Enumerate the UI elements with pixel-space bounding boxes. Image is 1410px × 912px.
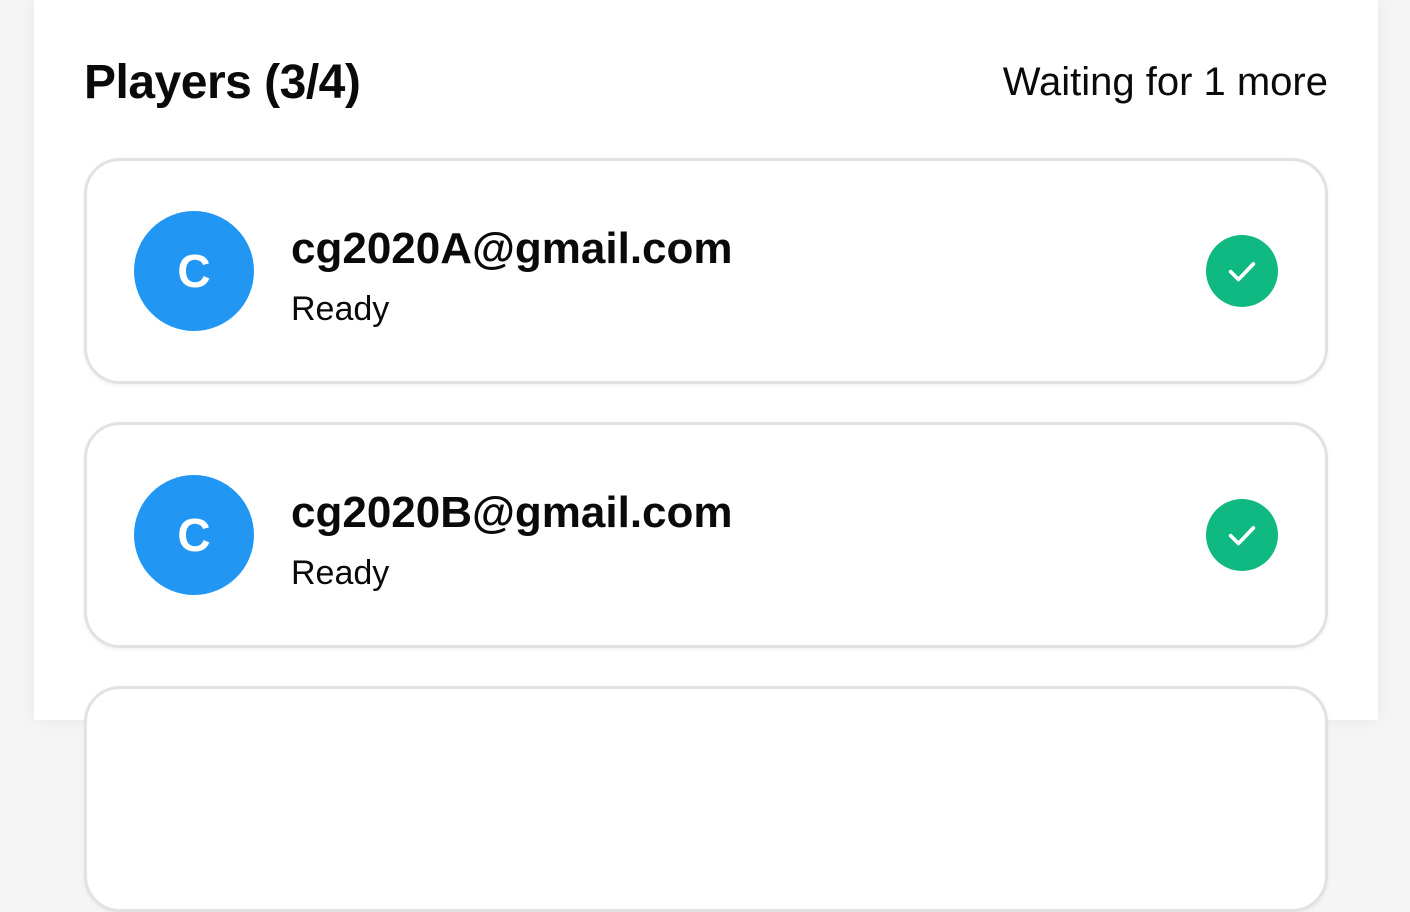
players-title: Players (3/4) [84,55,361,109]
avatar: C [134,475,254,595]
player-card: C cg2020B@gmail.com Ready [84,422,1328,648]
players-panel: Players (3/4) Waiting for 1 more C cg202… [34,0,1378,912]
waiting-status: Waiting for 1 more [1002,59,1328,104]
player-email: cg2020B@gmail.com [291,488,733,537]
player-status: Ready [291,554,390,592]
players-header: Players (3/4) Waiting for 1 more [84,52,1328,112]
player-status: Ready [291,290,390,328]
player-email: cg2020A@gmail.com [291,224,733,273]
player-card [84,686,1328,912]
player-info: cg2020A@gmail.com Ready [291,223,733,329]
check-icon [1206,235,1278,307]
player-card: C cg2020A@gmail.com Ready [84,158,1328,384]
check-icon [1206,499,1278,571]
player-info: cg2020B@gmail.com Ready [291,487,733,593]
avatar: C [134,211,254,331]
